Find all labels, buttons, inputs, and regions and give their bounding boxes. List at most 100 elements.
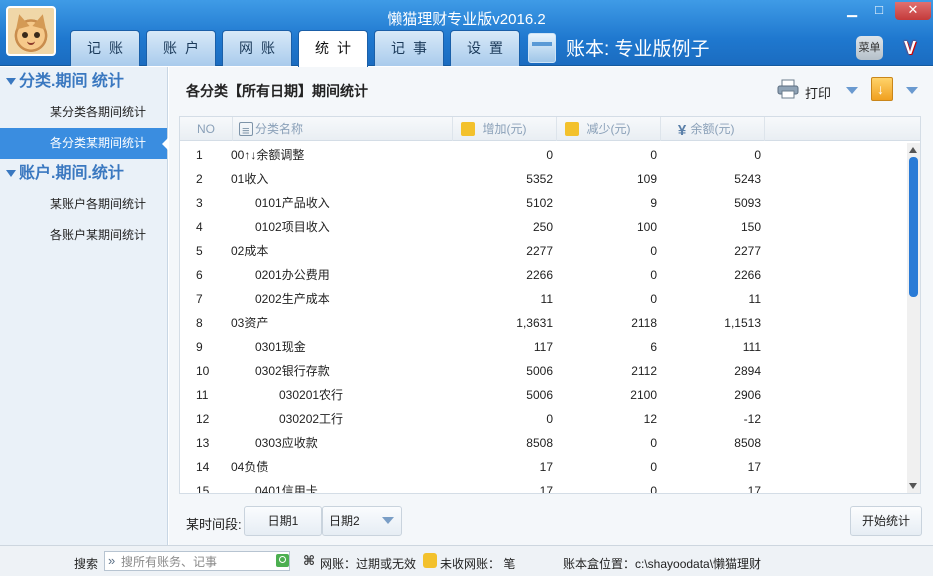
table-row[interactable]: 12 030202工行 0 12 -12: [180, 407, 908, 431]
balance-value: 5093: [734, 196, 761, 210]
balance-value: 111: [742, 340, 761, 354]
balance-value: 8508: [734, 436, 761, 450]
row-number: 11: [196, 388, 209, 402]
sidebar-group-account-period[interactable]: 账户.期间.统计: [0, 159, 167, 189]
increase-value: 117: [533, 340, 553, 354]
table-row[interactable]: 9 0301现金 117 6 111: [180, 335, 908, 359]
table-row[interactable]: 8 03资产 1,3631 2118 1,1513: [180, 311, 908, 335]
sidebar-item-accounts-in-period[interactable]: 各账户某期间统计: [0, 220, 167, 251]
tab-bookkeeping[interactable]: 记账: [70, 30, 140, 66]
table-row[interactable]: 6 0201办公费用 2266 0 2266: [180, 263, 908, 287]
export-icon[interactable]: [871, 77, 893, 101]
category-name: 0301现金: [255, 340, 306, 354]
print-button[interactable]: 打印: [805, 83, 831, 102]
balance-value: 2266: [734, 268, 761, 282]
table-row[interactable]: 5 02成本 2277 0 2277: [180, 239, 908, 263]
column-header-label: 增加(元): [482, 122, 527, 136]
column-header-label: 减少(元): [586, 122, 631, 136]
increase-value: 17: [539, 484, 553, 494]
tab-accounts[interactable]: 账户: [146, 30, 216, 66]
category-name: 00↑↓余额调整: [231, 148, 305, 162]
tab-settings[interactable]: 设置: [450, 30, 520, 66]
increase-value: 5352: [526, 172, 553, 186]
close-button[interactable]: ✕: [895, 2, 931, 20]
start-statistics-button[interactable]: 开始统计: [850, 506, 922, 536]
unreceived-online-accounts[interactable]: 未收网账： 笔: [440, 555, 515, 572]
table-row[interactable]: 15 0401信用卡 17 0 17: [180, 479, 908, 494]
balance-value: 5243: [734, 172, 761, 186]
balance-value: 17: [747, 460, 761, 474]
vertical-scrollbar[interactable]: [907, 143, 920, 493]
period-label: 某时间段:: [186, 517, 242, 532]
tab-statistics[interactable]: 统计: [298, 30, 368, 67]
search-label: 搜索: [74, 557, 99, 571]
chevron-down-icon[interactable]: [382, 517, 394, 524]
category-name: 030202工行: [279, 412, 344, 426]
date1-button[interactable]: 日期1: [244, 506, 322, 536]
row-number: 3: [196, 196, 203, 210]
online-account-status[interactable]: 网账：过期或无效: [320, 555, 416, 572]
scrollbar-thumb[interactable]: [909, 157, 918, 297]
balance-value: 2906: [734, 388, 761, 402]
row-number: 5: [196, 244, 203, 258]
network-icon: ⌘: [303, 553, 316, 568]
balance-value: 17: [747, 484, 761, 494]
balance-value: -12: [743, 412, 761, 426]
ledger-book-icon[interactable]: [528, 33, 556, 63]
decrease-value: 0: [650, 292, 657, 306]
sidebar-item-account-by-periods[interactable]: 某账户各期间统计: [0, 189, 167, 220]
export-dropdown-icon[interactable]: [906, 87, 918, 94]
row-number: 15: [196, 484, 210, 494]
column-header-increase[interactable]: 增加(元): [453, 117, 557, 141]
category-name: 0401信用卡: [255, 484, 318, 494]
menu-button[interactable]: 菜单: [856, 36, 883, 60]
search-box[interactable]: »: [104, 551, 290, 571]
column-header-no[interactable]: NO: [180, 117, 233, 141]
category-name: 0202生产成本: [255, 292, 330, 306]
app-title: 懒猫理财专业版v2016.2: [387, 11, 546, 28]
scroll-up-icon[interactable]: [909, 147, 917, 153]
yen-icon: ¥: [677, 122, 687, 139]
v-logo-icon[interactable]: V: [898, 36, 922, 60]
tab-notes[interactable]: 记事: [374, 30, 444, 66]
decrease-value: 12: [643, 412, 657, 426]
search-input[interactable]: [121, 554, 271, 569]
row-number: 14: [196, 460, 210, 474]
category-name: 04负债: [231, 460, 269, 474]
tab-online-accounts[interactable]: 网账: [222, 30, 292, 66]
table-row[interactable]: 10 0302银行存款 5006 2112 2894: [180, 359, 908, 383]
balance-value: 1,1513: [724, 316, 761, 330]
decrease-value: 2100: [630, 388, 657, 402]
balance-value: 0: [754, 148, 761, 162]
maximize-button[interactable]: □: [867, 2, 891, 20]
print-dropdown-icon[interactable]: [846, 87, 858, 94]
sidebar-item-categories-in-period[interactable]: 各分类某期间统计: [0, 128, 168, 159]
add-money-icon: [461, 122, 475, 136]
table-row[interactable]: 7 0202生产成本 11 0 11: [180, 287, 908, 311]
balance-value: 2894: [734, 364, 761, 378]
column-header-decrease[interactable]: 减少(元): [557, 117, 661, 141]
subtract-money-icon: [565, 122, 579, 136]
table-row[interactable]: 3 0101产品收入 5102 9 5093: [180, 191, 908, 215]
table-row[interactable]: 1 00↑↓余额调整 0 0 0: [180, 143, 908, 167]
sidebar-group-label: 分类.期间 统计: [19, 73, 124, 90]
chevron-right-icon: »: [108, 553, 116, 568]
collapse-arrow-icon: [6, 78, 16, 86]
sidebar-group-category-period[interactable]: 分类.期间 统计: [0, 67, 167, 97]
table-row[interactable]: 2 01收入 5352 109 5243: [180, 167, 908, 191]
search-icon[interactable]: [276, 554, 289, 567]
table-row[interactable]: 11 030201农行 5006 2100 2906: [180, 383, 908, 407]
column-header-label: 分类名称: [255, 122, 304, 136]
printer-icon[interactable]: [777, 79, 799, 99]
main-panel: 各分类【所有日期】期间统计 打印 NO 分类名称 增加(元) 减少(元) ¥: [169, 67, 933, 545]
category-name: 0201办公费用: [255, 268, 330, 282]
sidebar-item-category-by-periods[interactable]: 某分类各期间统计: [0, 97, 167, 128]
table-row[interactable]: 4 0102项目收入 250 100 150: [180, 215, 908, 239]
scroll-down-icon[interactable]: [909, 483, 917, 489]
table-row[interactable]: 13 0303应收款 8508 0 8508: [180, 431, 908, 455]
decrease-value: 0: [650, 244, 657, 258]
column-header-balance[interactable]: ¥ 余额(元): [661, 117, 765, 141]
table-row[interactable]: 14 04负债 17 0 17: [180, 455, 908, 479]
minimize-button[interactable]: ▁: [840, 2, 864, 20]
column-header-name[interactable]: 分类名称: [233, 117, 453, 143]
